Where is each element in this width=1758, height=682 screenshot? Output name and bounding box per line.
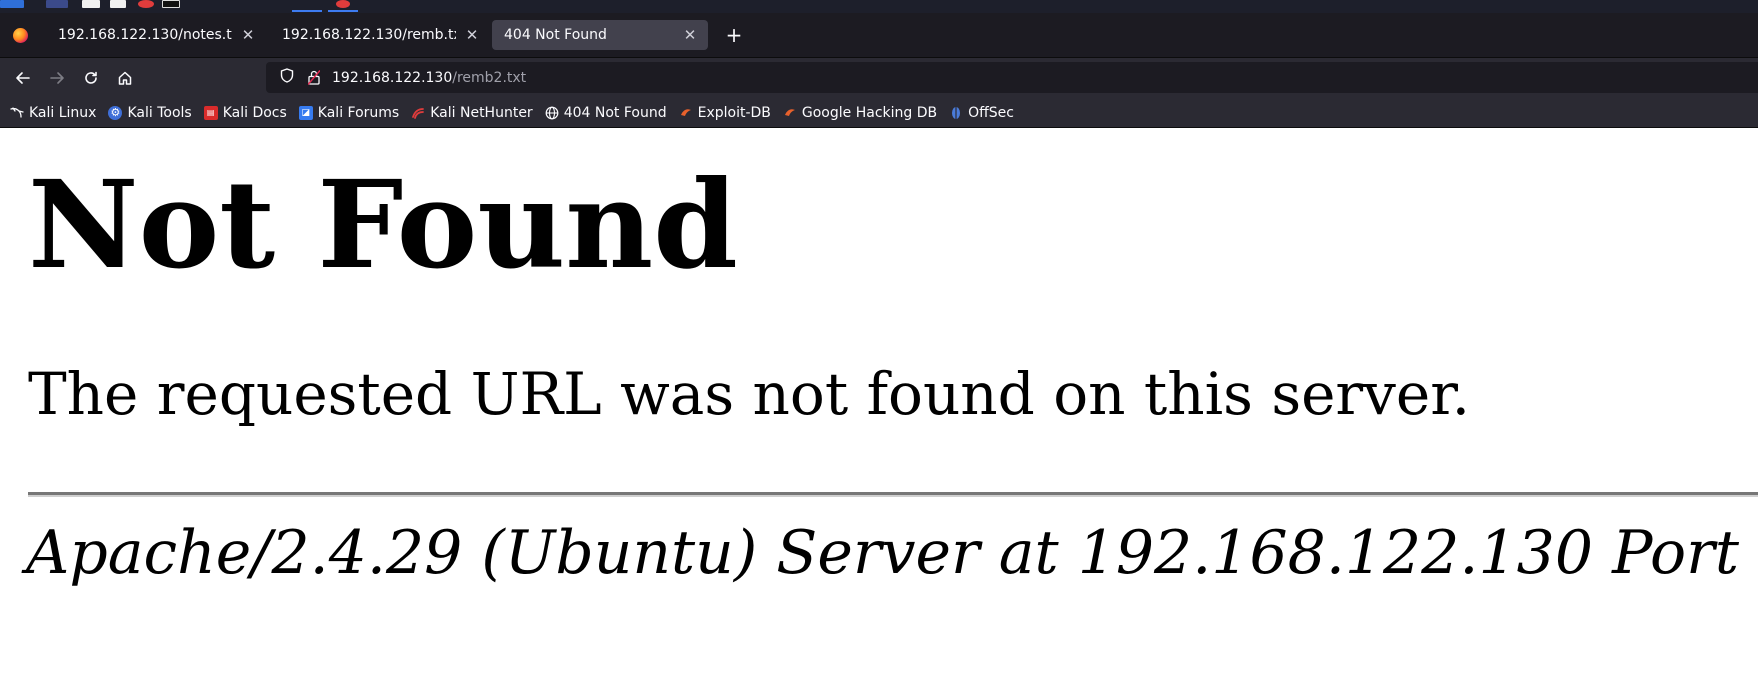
close-icon[interactable]: ✕ [464, 26, 480, 44]
bookmark-label: Kali NetHunter [430, 104, 533, 121]
bookmark-google-hacking-db[interactable]: Google Hacking DB [783, 105, 937, 121]
tab-404-not-found[interactable]: 404 Not Found ✕ [492, 20, 708, 50]
tab-title: 404 Not Found [504, 27, 607, 43]
bookmarks-bar: Kali Linux ⚙ Kali Tools ▤ Kali Docs ◪ Kali … [0, 98, 1758, 128]
bookmark-label: Google Hacking DB [801, 104, 938, 121]
firefox-icon[interactable] [13, 27, 28, 43]
plus-icon[interactable]: + [722, 23, 746, 47]
bookmark-label: 404 Not Found [563, 104, 667, 121]
bookmark-exploit-db[interactable]: Exploit-DB [679, 105, 771, 121]
bookmark-label: Exploit-DB [697, 104, 771, 121]
bookmark-label: Kali Docs [222, 104, 287, 121]
bookmark-kali-docs[interactable]: ▤ Kali Docs [203, 104, 287, 121]
tracking-shield-icon[interactable] [278, 68, 296, 87]
url-text[interactable]: 192.168.122.130/remb2.txt [332, 70, 526, 86]
tab-title: 192.168.122.130/notes.txt [58, 27, 232, 43]
error-message: The requested URL was not found on this … [28, 360, 1471, 428]
bookmark-label: OffSec [968, 104, 1014, 121]
url-path: /remb2.txt [452, 69, 527, 86]
server-signature: Apache/2.4.29 (Ubuntu) Server at 192.168… [26, 518, 1758, 588]
kali-nethunter-icon [411, 106, 425, 120]
bookmark-kali-forums[interactable]: ◪ Kali Forums [298, 104, 400, 121]
bookmark-404-not-found[interactable]: 404 Not Found [545, 105, 667, 121]
bookmark-kali-tools[interactable]: ⚙ Kali Tools [108, 104, 192, 121]
text-editor-icon[interactable] [110, 0, 126, 8]
tab-remb[interactable]: 192.168.122.130/remb.txt ✕ [270, 20, 490, 50]
workspace-icon[interactable] [46, 0, 68, 8]
horizontal-rule [28, 492, 1758, 497]
nav-toolbar: 192.168.122.130/remb2.txt [0, 57, 1758, 98]
kali-tools-icon: ⚙ [108, 105, 123, 120]
desktop-taskbar [0, 0, 1758, 13]
back-arrow-icon[interactable] [6, 64, 40, 92]
bookmark-kali-linux[interactable]: Kali Linux [10, 105, 96, 121]
home-icon[interactable] [108, 64, 142, 92]
tab-notes[interactable]: 192.168.122.130/notes.txt ✕ [46, 20, 266, 50]
bookmark-offsec[interactable]: OffSec [949, 105, 1014, 121]
kali-menu-icon[interactable] [0, 0, 24, 8]
url-bar[interactable]: 192.168.122.130/remb2.txt [266, 62, 1758, 93]
taskbar-indicator [328, 10, 358, 12]
terminal-icon[interactable] [162, 0, 180, 8]
kali-docs-icon: ▤ [203, 105, 218, 120]
browser-task-icon[interactable] [336, 0, 350, 8]
bookmark-label: Kali Forums [317, 104, 400, 121]
tab-title: 192.168.122.130/remb.txt [282, 27, 456, 43]
globe-icon [545, 106, 559, 120]
bookmark-kali-nethunter[interactable]: Kali NetHunter [411, 104, 533, 121]
kali-forums-icon: ◪ [298, 105, 313, 120]
file-manager-icon[interactable] [82, 0, 100, 8]
kali-dragon-icon [10, 106, 24, 120]
taskbar-indicator [292, 10, 322, 12]
exploit-db-icon [679, 106, 693, 120]
reload-icon[interactable] [74, 64, 108, 92]
bookmark-label: Kali Tools [127, 104, 192, 121]
insecure-lock-icon[interactable] [306, 70, 322, 85]
page-content: Not Found The requested URL was not foun… [0, 128, 1758, 680]
page-heading: Not Found [28, 153, 738, 296]
offsec-icon [949, 106, 963, 120]
forward-arrow-icon[interactable] [40, 64, 74, 92]
close-icon[interactable]: ✕ [240, 26, 256, 44]
bookmark-label: Kali Linux [29, 104, 97, 121]
url-host: 192.168.122.130 [332, 69, 453, 86]
close-icon[interactable]: ✕ [682, 26, 698, 44]
app-icon[interactable] [138, 0, 154, 8]
ghdb-icon [783, 106, 797, 120]
tab-bar: 192.168.122.130/notes.txt ✕ 192.168.122.… [0, 13, 1758, 57]
